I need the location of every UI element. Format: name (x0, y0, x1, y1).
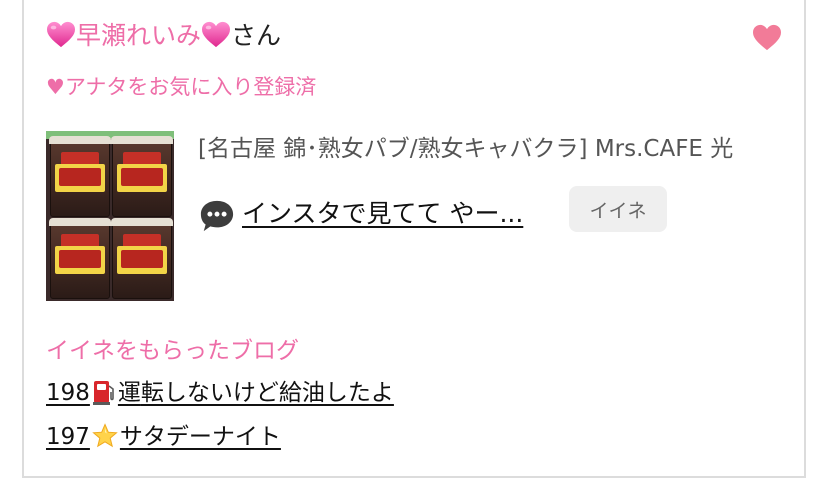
blog-link-197[interactable]: 197 サタデーナイト (46, 420, 281, 454)
blog-number: 197 (46, 424, 90, 450)
profile-title: 早瀬れいみ さん (46, 18, 281, 54)
heart-icon (202, 21, 231, 48)
star-icon (92, 423, 118, 448)
profile-card: 早瀬れいみ さん ♥アナタをお気に入り登録済 [名古屋 錦･熟女パブ/熟女キャバ… (22, 0, 806, 478)
post-thumbnail[interactable] (46, 131, 174, 301)
iine-button[interactable]: イイネ (569, 186, 667, 232)
blog-title: サタデーナイト (119, 424, 281, 450)
name-suffix: さん (231, 21, 282, 50)
heart-icon (47, 21, 75, 48)
speech-bubble-icon (200, 200, 234, 232)
blog-title: 転しないけど給油したよ (140, 380, 394, 406)
blog-number: 198 (46, 380, 90, 406)
blog-link-198[interactable]: 198 運転しないけど給油したよ (46, 376, 394, 410)
comment-link[interactable]: インスタで見てて やー... (242, 196, 523, 232)
favorite-status: ♥アナタをお気に入り登録済 (46, 75, 317, 99)
shop-info: [名古屋 錦･熟女パブ/熟女キャバクラ] Mrs.CAFE 光 (198, 136, 734, 162)
favorite-heart-icon[interactable] (752, 24, 782, 52)
liked-blogs-title: イイネをもらったブログ (46, 338, 299, 364)
profile-name[interactable]: 早瀬れいみ (76, 21, 201, 50)
blog-title-part: 運 (117, 380, 141, 406)
fuel-pump-icon (92, 381, 114, 405)
